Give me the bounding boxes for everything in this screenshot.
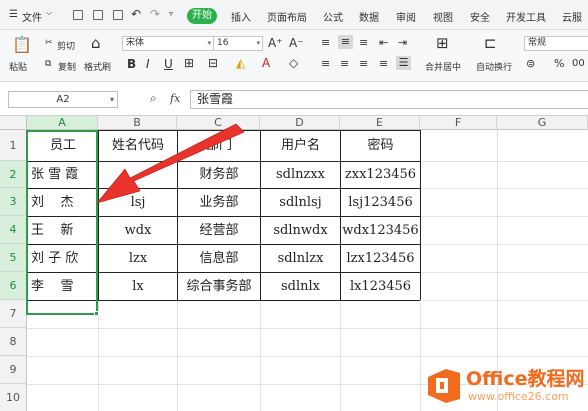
watermark: Office教程网 www.office26.com (420, 359, 588, 411)
watermark-brand: Office教程网 (466, 368, 585, 390)
watermark-url: www.office26.com (468, 390, 569, 403)
annotation-arrow (96, 123, 245, 204)
office-logo-icon (428, 369, 460, 403)
